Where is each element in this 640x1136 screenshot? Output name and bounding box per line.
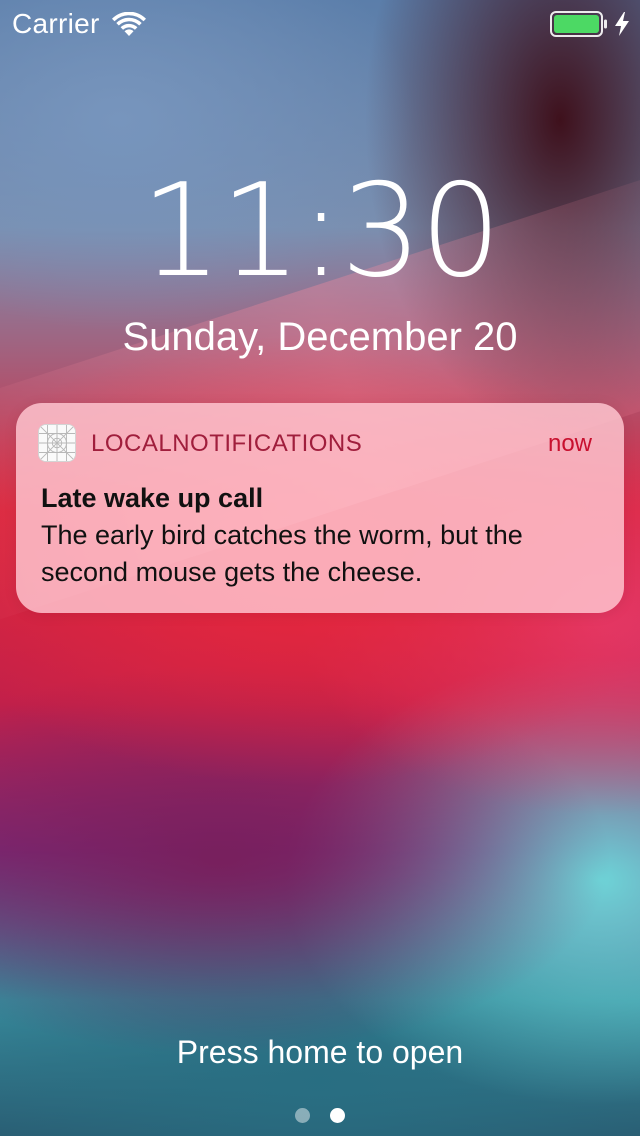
battery-icon [550,11,607,37]
charging-bolt-icon [615,12,629,36]
press-home-hint: Press home to open [176,1034,464,1070]
status-bar: Carrier [0,0,640,48]
lock-screen-date: Sunday, December 20 [122,315,518,359]
page-dot-1[interactable] [295,1108,310,1123]
notification-app-name: LOCALNOTIFICATIONS [91,430,363,457]
page-dot-2[interactable] [330,1108,345,1123]
notification-body: The early bird catches the worm, but the… [41,520,523,587]
app-placeholder-icon [38,424,76,462]
page-indicator[interactable] [0,1108,640,1124]
lock-screen-time: 11:30 [140,157,502,306]
notification-banner[interactable]: LOCALNOTIFICATIONS now Late wake up call… [16,403,624,613]
notification-time: now [547,430,592,457]
carrier-label: Carrier [12,8,100,39]
notification-title: Late wake up call [41,483,264,513]
wifi-icon [112,12,146,36]
